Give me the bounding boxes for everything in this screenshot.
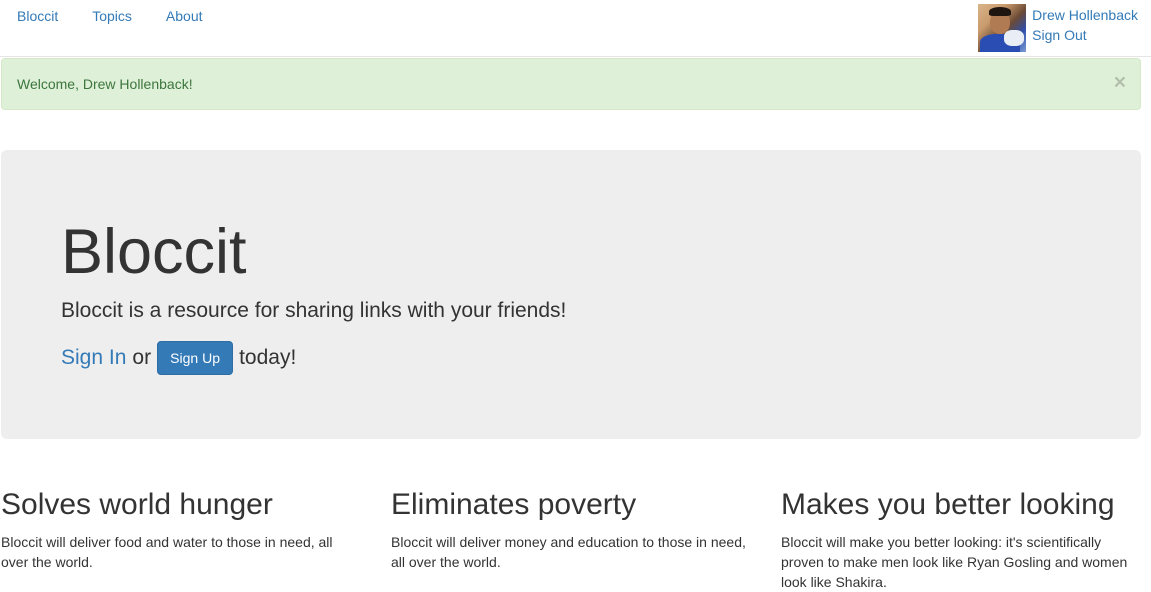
nav-links: Bloccit Topics About [17, 8, 237, 25]
nav-link-topics[interactable]: Topics [92, 8, 132, 25]
nav-link-about[interactable]: About [166, 8, 203, 25]
feature-title: Makes you better looking [781, 488, 1115, 521]
top-navbar: Bloccit Topics About Drew Hollenback Sig… [0, 0, 1151, 57]
alert-message: Welcome, Drew Hollenback! [17, 76, 193, 92]
hero-jumbotron: Bloccit Bloccit is a resource for sharin… [1, 150, 1141, 439]
welcome-alert: Welcome, Drew Hollenback! × [1, 58, 1141, 110]
hero-title: Bloccit [61, 217, 247, 287]
user-profile-link[interactable]: Drew Hollenback [1032, 5, 1138, 25]
feature-title: Eliminates poverty [391, 488, 637, 521]
hero-call-to-action: Sign In or Sign Up today! [61, 341, 296, 375]
feature-text: Bloccit will deliver money and education… [391, 534, 746, 570]
feature-poverty: Eliminates poverty Bloccit will deliver … [391, 486, 751, 572]
user-menu: Drew Hollenback Sign Out [978, 4, 1138, 52]
feature-title: Solves world hunger [1, 488, 273, 521]
cta-today-text: today! [239, 346, 297, 369]
user-avatar[interactable] [978, 4, 1027, 52]
sign-in-link[interactable]: Sign In [61, 341, 126, 375]
cta-or-text: or [132, 346, 152, 369]
feature-world-hunger: Solves world hunger Bloccit will deliver… [1, 486, 361, 572]
sign-up-button[interactable]: Sign Up [157, 341, 234, 375]
close-icon[interactable]: × [1114, 72, 1126, 93]
user-links: Drew Hollenback Sign Out [1032, 5, 1138, 45]
feature-text: Bloccit will make you better looking: it… [781, 534, 1128, 590]
feature-text: Bloccit will deliver food and water to t… [1, 534, 333, 570]
nav-brand-link[interactable]: Bloccit [17, 8, 58, 25]
hero-lead: Bloccit is a resource for sharing links … [61, 299, 567, 322]
sign-out-link[interactable]: Sign Out [1032, 25, 1138, 45]
feature-better-looking: Makes you better looking Bloccit will ma… [781, 486, 1143, 592]
